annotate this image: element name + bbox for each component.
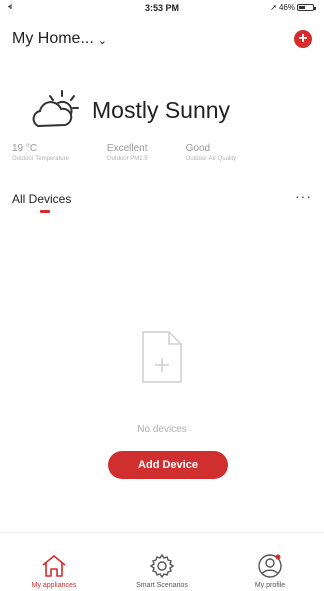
header: My Home... ⌄ + (12, 28, 312, 52)
status-right: ➚ 46% (270, 3, 316, 12)
bottom-tab-bar: My appliances Smart Scenarios My profile (0, 532, 324, 591)
battery-icon (297, 4, 316, 11)
stat-value: Good (185, 143, 211, 154)
tab-label: Smart Scenarios (136, 582, 188, 589)
tab-label: My appliances (31, 582, 77, 589)
stat-air-quality: Good Outdoor Air Quality (186, 143, 237, 162)
empty-state-text: No devices (137, 424, 187, 435)
add-button[interactable]: + (294, 30, 312, 48)
document-plus-icon (142, 331, 182, 383)
add-device-button[interactable]: Add Device (108, 451, 228, 479)
stat-label: Outdoor Air Quality (185, 156, 237, 162)
more-icon[interactable]: ··· (295, 188, 312, 204)
tab-my-profile[interactable]: My profile (216, 533, 324, 591)
battery-percent: 46% (278, 3, 295, 12)
stat-pm25: Excellent Outdoor PM2.5 (107, 143, 148, 162)
location-icon: ➚ (270, 3, 277, 12)
weather-condition: Mostly Sunny (92, 96, 231, 123)
plus-circle-icon: + (298, 30, 308, 47)
partly-sunny-icon (32, 90, 79, 128)
stat-label: Outdoor PM2.5 (106, 156, 148, 162)
home-name: My Home... (12, 30, 94, 47)
home-selector[interactable]: My Home... ⌄ (12, 30, 107, 48)
tab-smart-scenarios[interactable]: Smart Scenarios (108, 533, 216, 591)
weather-summary: Mostly Sunny (28, 88, 230, 132)
stat-label: Outdoor Temperature (12, 156, 69, 162)
tab-underline (40, 210, 50, 213)
status-bar: •ıl 3:53 PM ➚ 46% (0, 0, 324, 16)
stat-value: 19 °C (12, 143, 38, 154)
device-tabs: All Devices ··· (12, 188, 312, 216)
profile-icon (258, 554, 282, 578)
gear-icon (149, 553, 175, 579)
outdoor-stats: 19 °C Outdoor Temperature Excellent Outd… (12, 143, 312, 162)
stat-value: Excellent (106, 143, 148, 154)
home-icon (42, 555, 66, 577)
tab-label: My profile (254, 582, 286, 589)
tab-my-appliances[interactable]: My appliances (0, 533, 108, 591)
tab-all-devices[interactable]: All Devices (12, 192, 71, 206)
chevron-down-icon: ⌄ (97, 34, 108, 47)
stat-temperature: 19 °C Outdoor Temperature (12, 143, 69, 162)
